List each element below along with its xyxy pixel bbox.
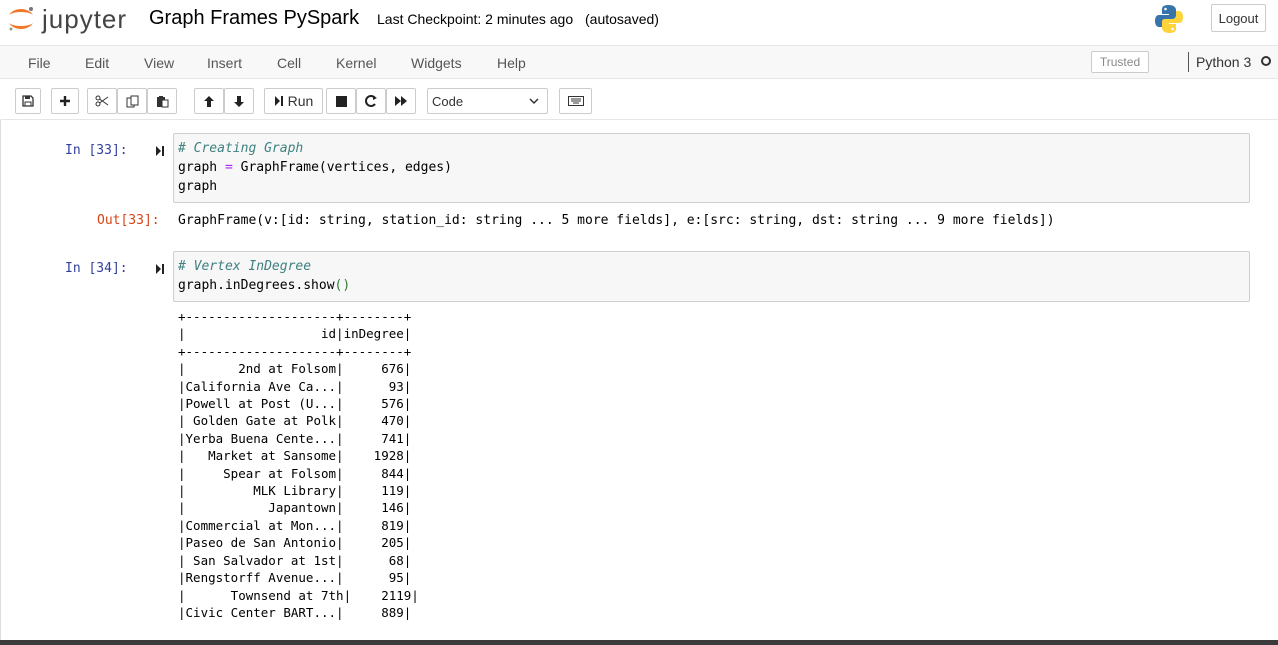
save-icon [22,95,34,107]
paste-icon [156,95,168,107]
paste-button[interactable] [147,88,177,114]
keyboard-icon [567,96,584,106]
restart-icon [365,95,377,107]
cell-33-code-editor[interactable]: # Creating Graph graph = GraphFrame(vert… [173,133,1250,203]
logout-button[interactable]: Logout [1211,4,1266,32]
menubar: File Edit View Insert Cell Kernel Widget… [0,45,1278,79]
kernel-separator [1188,52,1189,72]
cell-34-output-table: +--------------------+--------+ | id|inD… [178,309,419,620]
move-up-icon [204,95,214,107]
jupyter-logo-text: jupyter [42,3,128,34]
menu-widgets[interactable]: Widgets [411,55,462,71]
command-palette-button[interactable] [559,88,592,114]
stop-icon [335,95,347,107]
cell-33-input-prompt: In [33]: [65,143,128,158]
run-cell-icon[interactable] [155,145,165,157]
cut-button[interactable] [87,88,117,114]
insert-cell-button[interactable] [51,88,79,114]
jupyter-logo-icon [9,7,33,31]
run-button[interactable]: Run [264,88,323,114]
cell-type-value: Code [432,93,464,109]
notebook-container: In [33]: # Creating Graph graph = GraphF… [0,120,1278,640]
menu-insert[interactable]: Insert [207,55,242,71]
code-text: graph.inDegrees.show [178,278,335,293]
code-operator: = [224,160,233,175]
cell-34-input-prompt: In [34]: [65,261,128,276]
menu-file[interactable]: File [28,55,51,71]
code-text: graph [178,160,225,175]
kernel-name[interactable]: Python 3 [1196,54,1251,70]
cell-type-select[interactable]: Code [427,88,548,114]
autosave-status: (autosaved) [585,11,659,27]
menu-kernel[interactable]: Kernel [336,55,376,71]
interrupt-button[interactable] [326,88,356,114]
checkpoint-status: Last Checkpoint: 2 minutes ago (autosave… [377,11,659,27]
notebook-header: jupyter Graph Frames PySpark Last Checkp… [0,0,1278,40]
run-button-label: Run [287,93,314,109]
code-text: graph [178,179,218,194]
add-cell-icon [60,96,70,106]
cell-33-output: GraphFrame(v:[id: string, station_id: st… [178,213,1055,228]
save-button[interactable] [15,88,41,114]
cell-34-code-editor[interactable]: # Vertex InDegree graph.inDegrees.show() [173,251,1250,302]
menu-view[interactable]: View [144,55,174,71]
move-down-button[interactable] [224,88,254,114]
notebook-toolbar: Run Code [0,83,1278,119]
notebook-title[interactable]: Graph Frames PySpark [149,7,359,30]
copy-button[interactable] [117,88,147,114]
kernel-status-icon [1261,56,1271,66]
run-cell-icon[interactable] [155,263,165,275]
code-comment: # Vertex InDegree [178,259,312,274]
menu-edit[interactable]: Edit [85,55,109,71]
code-parens: () [334,278,351,293]
taskbar [0,640,1278,645]
cut-icon [95,95,109,107]
move-up-button[interactable] [194,88,224,114]
cell-33-output-prompt: Out[33]: [97,213,160,228]
move-down-icon [234,95,244,107]
run-icon [274,96,283,106]
restart-run-all-button[interactable] [386,88,416,114]
chevron-down-icon [529,98,539,105]
python-logo-icon [1155,5,1183,33]
menu-help[interactable]: Help [497,55,526,71]
copy-icon [126,95,138,107]
trusted-indicator[interactable]: Trusted [1091,51,1149,73]
code-text: GraphFrame(vertices, edges) [232,160,452,175]
code-comment: # Creating Graph [178,141,304,156]
restart-button[interactable] [356,88,386,114]
menu-cell[interactable]: Cell [277,55,301,71]
checkpoint-text: Last Checkpoint: 2 minutes ago [377,11,574,27]
jupyter-logo[interactable]: jupyter [6,4,127,34]
fast-forward-icon [395,96,407,106]
